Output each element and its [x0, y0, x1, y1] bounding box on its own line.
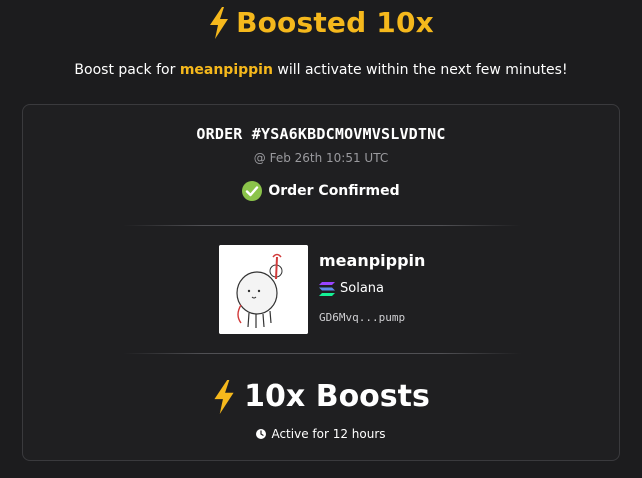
subtitle-token-name: meanpippin	[179, 62, 273, 78]
boost-subtitle: Boost pack for meanpippin will activate …	[0, 62, 642, 78]
order-status: Order Confirmed	[23, 181, 619, 201]
page-title-text: Boosted 10x	[236, 6, 434, 39]
boost-duration-label: Active for 12 hours	[271, 427, 386, 441]
divider	[123, 353, 521, 354]
solana-icon	[319, 281, 335, 296]
order-id: ORDER #YSA6KBDCMOVMVSLVDTNC	[196, 125, 446, 143]
boost-duration: Active for 12 hours	[23, 427, 619, 441]
boost-summary: 10x Boosts	[23, 379, 619, 414]
order-status-label: Order Confirmed	[268, 183, 400, 199]
token-address[interactable]: GD6Mvq...pump	[319, 311, 405, 324]
pippin-mascot-image	[219, 245, 308, 334]
lightning-bolt-icon	[210, 6, 229, 39]
clock-icon	[256, 429, 267, 439]
order-timestamp: @ Feb 26th 10:51 UTC	[253, 151, 389, 165]
lightning-bolt-icon	[214, 379, 234, 414]
check-circle-icon	[242, 181, 263, 201]
divider	[123, 225, 521, 226]
token-name: meanpippin	[319, 251, 426, 270]
token-chain: Solana	[319, 281, 384, 296]
page-title: Boosted 10x	[0, 6, 642, 39]
subtitle-suffix: will activate within the next few minute…	[272, 62, 568, 78]
token-image	[219, 245, 308, 334]
boost-title: 10x Boosts	[244, 379, 430, 414]
subtitle-prefix: Boost pack for	[74, 62, 180, 78]
token-chain-label: Solana	[340, 281, 384, 296]
order-card: ORDER #YSA6KBDCMOVMVSLVDTNC @ Feb 26th 1…	[22, 104, 620, 461]
